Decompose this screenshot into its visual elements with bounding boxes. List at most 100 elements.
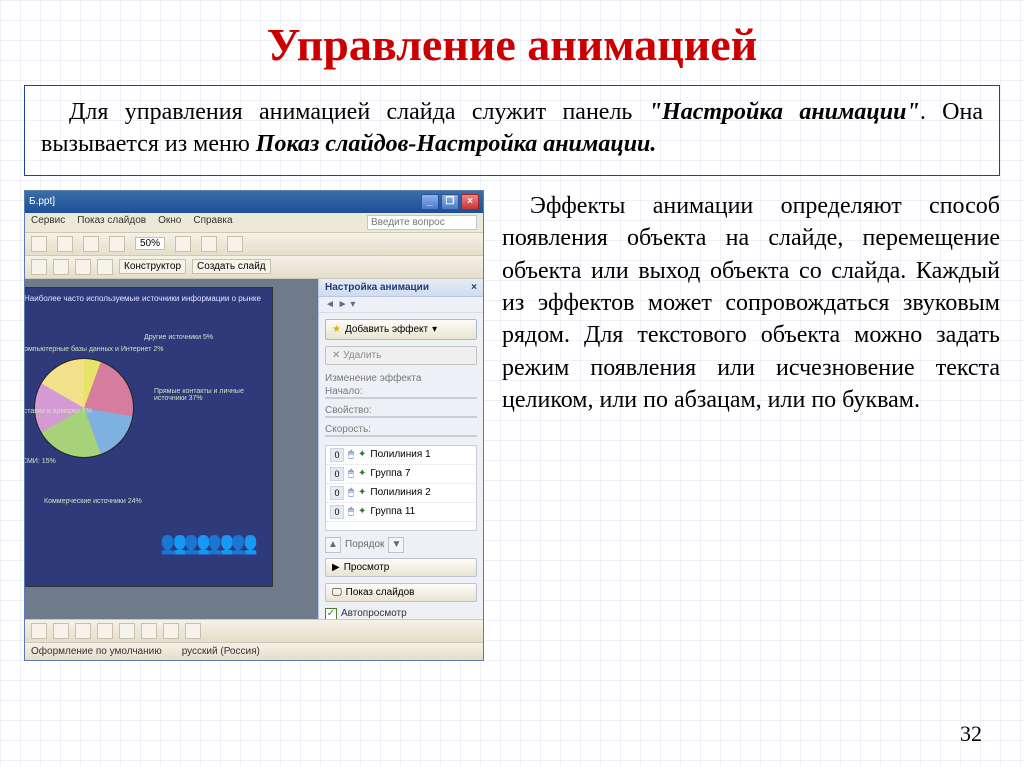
mouse-icon: 🖱 bbox=[348, 487, 354, 498]
standard-toolbar: 50% bbox=[25, 233, 483, 256]
order-up-button[interactable]: ▲ bbox=[325, 537, 341, 553]
minimize-button[interactable]: _ bbox=[421, 194, 439, 210]
task-pane-close-icon[interactable]: × bbox=[471, 282, 477, 293]
effect-name: Группа 7 bbox=[370, 468, 410, 479]
preview-button[interactable]: ▶ Просмотр bbox=[325, 558, 477, 577]
animation-task-pane: Настройка анимации × ◄ ► ▾ ★ Добавить эф… bbox=[318, 279, 483, 619]
tool-icon[interactable] bbox=[83, 236, 99, 252]
effect-name: Группа 11 bbox=[370, 506, 415, 517]
intro-part1: Для управления анимацией слайда служит п… bbox=[69, 99, 649, 125]
order-down-button[interactable]: ▼ bbox=[388, 537, 404, 553]
draw-icon[interactable] bbox=[163, 623, 179, 639]
zoom-combo[interactable]: 50% bbox=[135, 237, 165, 250]
window-titlebar: Б.ppt] _ ❐ × bbox=[25, 191, 483, 213]
slide-edit-area[interactable]: Наиболее часто используемые источники ин… bbox=[25, 279, 318, 619]
effect-row[interactable]: 0 🖱 ✦ Полилиния 2 bbox=[326, 484, 476, 503]
intro-box: Для управления анимацией слайда служит п… bbox=[24, 85, 1000, 176]
tool-icon[interactable] bbox=[175, 236, 191, 252]
effect-row[interactable]: 0 🖱 ✦ Полилиния 1 bbox=[326, 446, 476, 465]
effect-index: 0 bbox=[330, 448, 344, 462]
draw-icon[interactable] bbox=[31, 623, 47, 639]
menu-bar: Сервис Показ слайдов Окно Справка bbox=[25, 213, 483, 233]
new-slide-button[interactable]: Создать слайд bbox=[192, 259, 271, 274]
mouse-icon: 🖱 bbox=[348, 468, 354, 479]
effect-type-icon: ✦ bbox=[358, 487, 366, 498]
effect-index: 0 bbox=[330, 486, 344, 500]
tool-icon[interactable] bbox=[201, 236, 217, 252]
mouse-icon: 🖱 bbox=[348, 449, 354, 460]
status-bar: Оформление по умолчанию русский (Россия) bbox=[25, 642, 483, 660]
add-effect-label: Добавить эффект bbox=[345, 324, 428, 335]
autopreview-label: Автопросмотр bbox=[341, 608, 407, 619]
effect-type-icon: ✦ bbox=[358, 468, 366, 479]
designer-button[interactable]: Конструктор bbox=[119, 259, 186, 274]
chart-label: Выставки и ярмарки 2% bbox=[25, 408, 92, 415]
slide-content-title: Наиболее часто используемые источники ин… bbox=[25, 294, 262, 303]
start-combo[interactable] bbox=[325, 397, 477, 399]
menu-window[interactable]: Окно bbox=[158, 215, 181, 230]
question-input[interactable] bbox=[367, 215, 477, 230]
chart-label: Другие источники 5% bbox=[144, 334, 213, 341]
tool-icon[interactable] bbox=[31, 236, 47, 252]
intro-em2: Показ слайдов-Настройка анимации. bbox=[256, 131, 657, 157]
chart-label: СМИ: 15% bbox=[25, 458, 56, 465]
property-label: Свойство: bbox=[325, 405, 477, 416]
tool-icon[interactable] bbox=[57, 236, 73, 252]
maximize-button[interactable]: ❐ bbox=[441, 194, 459, 210]
draw-icon[interactable] bbox=[119, 623, 135, 639]
effect-index: 0 bbox=[330, 467, 344, 481]
font-icon[interactable] bbox=[97, 259, 113, 275]
speed-combo[interactable] bbox=[325, 435, 477, 437]
embedded-screenshot: Б.ppt] _ ❐ × Сервис Показ слайдов Окно С… bbox=[24, 190, 484, 661]
chart-label: Прямые контакты и личные источники 37% bbox=[154, 388, 264, 402]
intro-em1: "Настройка анимации" bbox=[649, 99, 920, 125]
draw-icon[interactable] bbox=[97, 623, 113, 639]
effect-row[interactable]: 0 🖱 ✦ Группа 7 bbox=[326, 465, 476, 484]
speed-label: Скорость: bbox=[325, 424, 477, 435]
format-toolbar: Конструктор Создать слайд bbox=[25, 256, 483, 279]
add-effect-button[interactable]: ★ Добавить эффект ▾ bbox=[325, 319, 477, 340]
draw-icon[interactable] bbox=[141, 623, 157, 639]
task-pane-title: Настройка анимации bbox=[325, 282, 429, 293]
dropdown-icon: ▾ bbox=[432, 324, 437, 335]
effect-row[interactable]: 0🖱✦Группа 11 bbox=[326, 503, 476, 522]
close-button[interactable]: × bbox=[461, 194, 479, 210]
remove-button[interactable]: ✕ Удалить bbox=[325, 346, 477, 365]
menu-help[interactable]: Справка bbox=[193, 215, 232, 230]
effect-index: 0 bbox=[330, 505, 344, 519]
window-title: Б.ppt] bbox=[29, 196, 55, 207]
tool-icon[interactable] bbox=[109, 236, 125, 252]
clipart-people-icon[interactable]: 👥👥👥👥 bbox=[160, 530, 254, 556]
chart-label: Компьютерные базы данных и Интернет 2% bbox=[25, 346, 163, 353]
effect-name: Полилиния 2 bbox=[370, 487, 430, 498]
page-number: 32 bbox=[960, 721, 982, 747]
preview-label: Просмотр bbox=[344, 562, 390, 573]
body-text: Эффекты анимации определяют способ появл… bbox=[502, 193, 1000, 413]
status-language: русский (Россия) bbox=[182, 646, 260, 657]
menu-slideshow[interactable]: Показ слайдов bbox=[77, 215, 146, 230]
body-paragraph: Эффекты анимации определяют способ появл… bbox=[502, 190, 1000, 661]
remove-label: Удалить bbox=[343, 350, 381, 361]
draw-icon[interactable] bbox=[53, 623, 69, 639]
slide-title: Управление анимацией bbox=[0, 0, 1024, 85]
draw-icon[interactable] bbox=[185, 623, 201, 639]
start-label: Начало: bbox=[325, 386, 477, 397]
effects-list[interactable]: 0 🖱 ✦ Полилиния 1 0 🖱 ✦ Группа 7 0 🖱 ✦ Полилиния … bbox=[325, 445, 477, 531]
drawing-toolbar bbox=[25, 619, 483, 642]
align-icon[interactable] bbox=[75, 259, 91, 275]
change-effect-heading: Изменение эффекта bbox=[325, 373, 477, 384]
chart-label: Коммерческие источники 24% bbox=[44, 498, 142, 505]
slideshow-label: Показ слайдов bbox=[346, 587, 415, 598]
effect-type-icon: ✦ bbox=[358, 449, 366, 460]
order-label: Порядок bbox=[345, 539, 384, 550]
italic-icon[interactable] bbox=[53, 259, 69, 275]
slide-canvas[interactable]: Наиболее часто используемые источники ин… bbox=[25, 287, 273, 587]
property-combo[interactable] bbox=[325, 416, 477, 418]
draw-icon[interactable] bbox=[75, 623, 91, 639]
task-pane-nav[interactable]: ◄ ► ▾ bbox=[319, 297, 483, 313]
tool-icon[interactable] bbox=[227, 236, 243, 252]
slideshow-button[interactable]: 🖵 Показ слайдов bbox=[325, 583, 477, 602]
menu-service[interactable]: Сервис bbox=[31, 215, 65, 230]
effect-name: Полилиния 1 bbox=[370, 449, 430, 460]
bold-icon[interactable] bbox=[31, 259, 47, 275]
